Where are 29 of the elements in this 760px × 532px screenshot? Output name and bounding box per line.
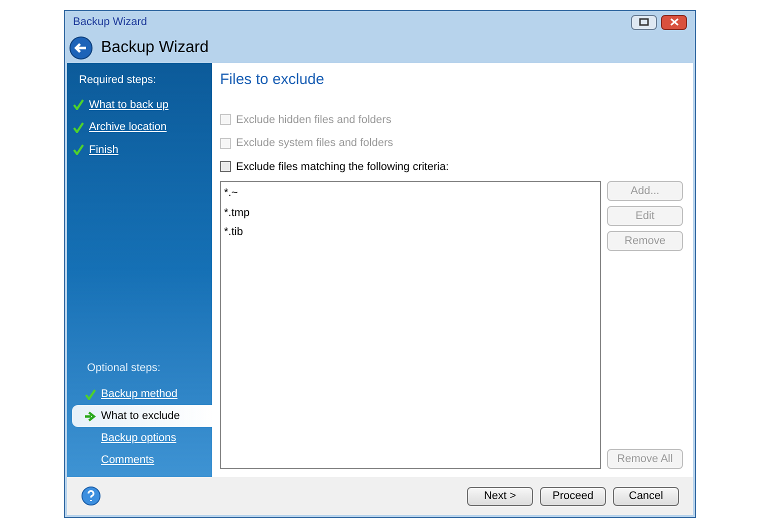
wizard-button[interactable]: Cancel (613, 486, 679, 506)
wizard-button[interactable]: Next > (467, 486, 533, 506)
wizard-title: Backup Wizard (101, 38, 209, 58)
wizard-button[interactable]: Proceed (540, 486, 606, 506)
checkbox-label: Exclude files matching the following criteria: (236, 160, 449, 174)
close-icon (670, 18, 678, 26)
window-title: Backup Wizard (73, 14, 147, 30)
checkbox[interactable] (220, 161, 231, 172)
checkbox-label: Exclude system files and folders (236, 136, 394, 151)
close-button[interactable] (661, 14, 687, 30)
page-title: Files to exclude (220, 70, 326, 90)
restore-icon (639, 18, 649, 26)
checkbox-label: Exclude hidden files and folders (236, 112, 392, 128)
step-link[interactable]: Finish (89, 142, 118, 158)
step-link[interactable]: What to back up (89, 96, 168, 113)
step-link[interactable]: Backup options (101, 430, 176, 446)
step-link[interactable]: Backup method (101, 386, 178, 402)
list-item[interactable]: *.~ (224, 185, 597, 202)
current-step[interactable]: What to exclude (72, 405, 212, 427)
criteria-list[interactable]: *.~ *.tmp *.tib (220, 181, 601, 469)
step-link[interactable]: Comments (101, 452, 154, 468)
section-heading: Required steps: (79, 73, 158, 88)
step-link[interactable]: Archive location (89, 119, 167, 136)
help-icon[interactable] (81, 486, 101, 506)
restore-button[interactable] (631, 14, 657, 30)
list-item[interactable]: *.tmp (224, 204, 597, 221)
section-heading: Optional steps: (87, 360, 162, 376)
back-icon[interactable] (69, 36, 93, 60)
list-item[interactable]: *.tib (224, 224, 597, 240)
